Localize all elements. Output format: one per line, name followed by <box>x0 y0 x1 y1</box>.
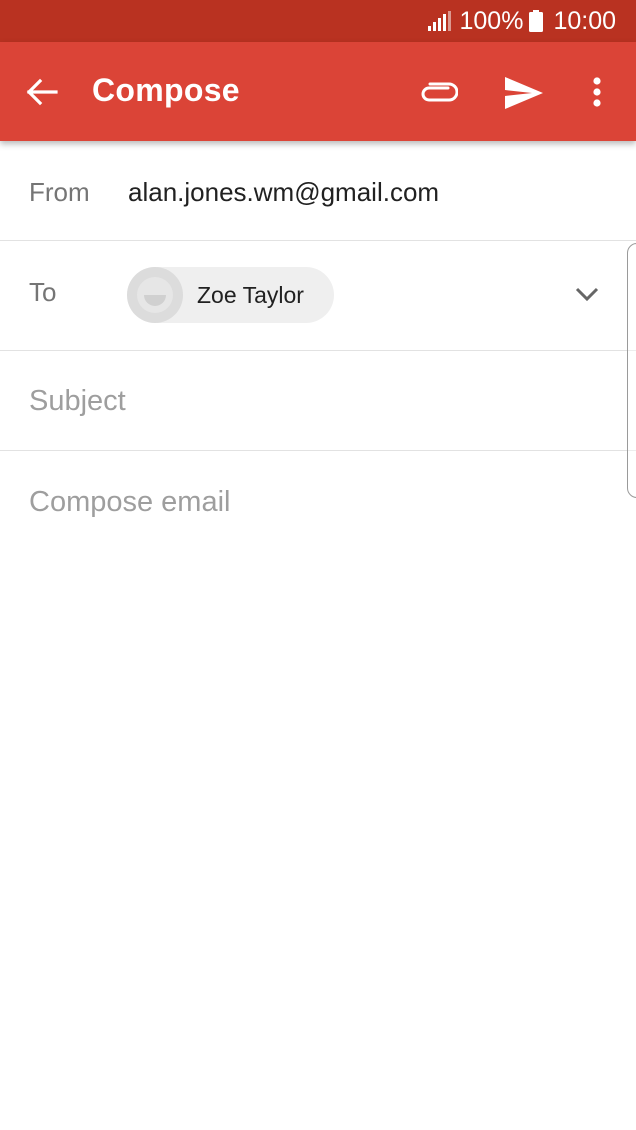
recipient-name: Zoe Taylor <box>197 281 304 308</box>
avatar <box>127 267 183 323</box>
signal-icon <box>427 11 452 31</box>
subject-row <box>0 351 636 451</box>
more-vert-icon[interactable] <box>582 72 612 112</box>
edge-panel-handle[interactable] <box>627 243 636 498</box>
from-address[interactable]: alan.jones.wm@gmail.com <box>128 177 439 208</box>
clock: 10:00 <box>553 6 616 35</box>
status-bar: 100% 10:00 <box>0 0 636 42</box>
back-arrow-icon[interactable] <box>24 74 60 110</box>
subject-input[interactable] <box>29 383 589 419</box>
from-row[interactable]: From alan.jones.wm@gmail.com <box>0 141 636 241</box>
compose-body-input[interactable] <box>29 484 609 1084</box>
paperclip-icon[interactable] <box>416 73 460 113</box>
chevron-down-icon[interactable] <box>572 279 602 309</box>
page-title: Compose <box>92 72 240 108</box>
to-label: To <box>29 277 57 307</box>
app-bar: Compose <box>0 42 636 141</box>
from-label: From <box>29 177 90 207</box>
recipient-chip[interactable]: Zoe Taylor <box>127 267 334 323</box>
battery-percent: 100% <box>459 6 524 35</box>
send-icon[interactable] <box>502 74 546 112</box>
to-row[interactable]: To Zoe Taylor <box>0 241 636 351</box>
battery-icon <box>529 10 544 32</box>
